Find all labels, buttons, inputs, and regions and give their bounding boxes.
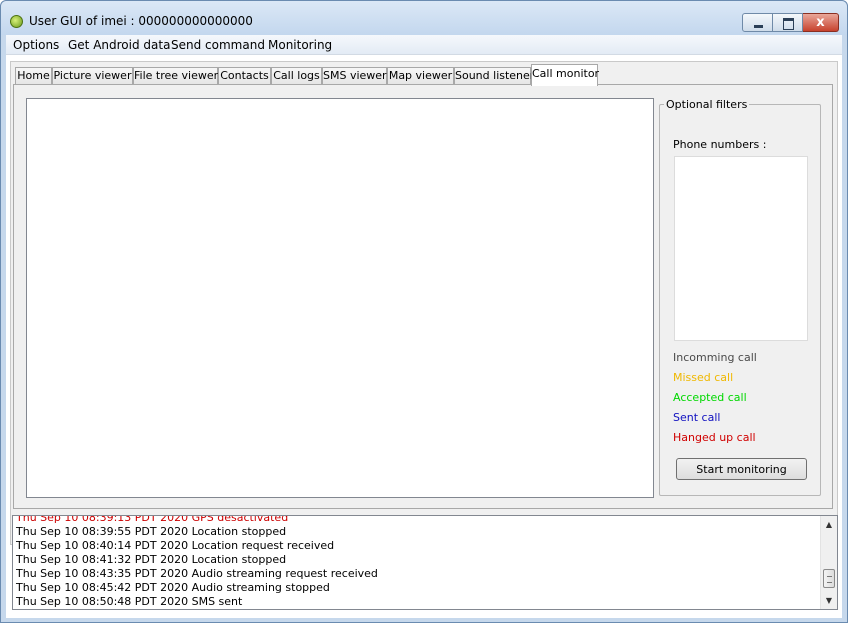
menu-bar: Options Get Android data Send command Mo… xyxy=(6,35,842,55)
legend-sent-call: Sent call xyxy=(673,411,721,424)
menu-monitoring[interactable]: Monitoring xyxy=(268,38,332,52)
maximize-button[interactable] xyxy=(773,13,803,32)
call-monitor-content: Optional filters Phone numbers : Incommi… xyxy=(14,85,832,508)
close-button[interactable]: x xyxy=(803,13,839,32)
tab-picture-viewer[interactable]: Picture viewer xyxy=(52,67,133,85)
optional-filters-group: Optional filters Phone numbers : Incommi… xyxy=(659,98,821,496)
tab-call-logs[interactable]: Call logs xyxy=(271,67,322,85)
scroll-up-icon[interactable]: ▲ xyxy=(821,516,837,533)
log-line: Thu Sep 10 08:43:35 PDT 2020 Audio strea… xyxy=(16,567,378,580)
menu-options[interactable]: Options xyxy=(13,38,59,52)
optional-filters-title: Optional filters xyxy=(664,98,750,111)
title-bar[interactable]: User GUI of imei : 000000000000000 x xyxy=(1,1,847,35)
log-line: Thu Sep 10 08:45:42 PDT 2020 Audio strea… xyxy=(16,581,330,594)
tab-file-tree-viewer[interactable]: File tree viewer xyxy=(133,67,218,85)
main-window: User GUI of imei : 000000000000000 x Opt… xyxy=(0,0,848,623)
legend-hanged-up-call: Hanged up call xyxy=(673,431,756,444)
call-monitor-list[interactable] xyxy=(26,98,654,498)
phone-numbers-list[interactable] xyxy=(674,156,808,341)
legend-missed-call: Missed call xyxy=(673,371,734,384)
android-app-icon xyxy=(10,15,23,28)
tab-call-monitor[interactable]: Call monitor xyxy=(531,64,599,86)
log-line: Thu Sep 10 08:39:55 PDT 2020 Location st… xyxy=(16,525,287,538)
log-line: Thu Sep 10 08:40:14 PDT 2020 Location re… xyxy=(16,539,335,552)
start-monitoring-button[interactable]: Start monitoring xyxy=(676,458,807,480)
tab-map-viewer[interactable]: Map viewer xyxy=(387,67,454,85)
legend-accepted-call: Accepted call xyxy=(673,391,747,404)
scroll-thumb[interactable] xyxy=(823,569,835,588)
log-line: Thu Sep 10 08:50:48 PDT 2020 SMS sent xyxy=(16,595,243,608)
minimize-button[interactable] xyxy=(742,13,773,32)
menu-get-android-data[interactable]: Get Android data xyxy=(68,38,170,52)
call-monitor-panel: Optional filters Phone numbers : Incommi… xyxy=(13,84,833,509)
event-log-lines: Thu Sep 10 08:39:13 PDT 2020 GPS desacti… xyxy=(16,515,816,609)
log-line: Thu Sep 10 08:39:13 PDT 2020 GPS desacti… xyxy=(16,515,289,524)
scroll-down-icon[interactable]: ▼ xyxy=(821,592,837,609)
tab-home[interactable]: Home xyxy=(15,67,52,85)
log-scrollbar[interactable]: ▲ ▼ xyxy=(820,516,837,609)
window-title: User GUI of imei : 000000000000000 xyxy=(29,14,253,28)
tab-sound-listener[interactable]: Sound listener xyxy=(454,67,534,85)
client-area: Options Get Android data Send command Mo… xyxy=(6,35,842,618)
tab-sms-viewer[interactable]: SMS viewer xyxy=(322,67,387,85)
legend-incoming-call: Incomming call xyxy=(673,351,757,364)
phone-numbers-label: Phone numbers : xyxy=(673,138,767,151)
menu-send-command[interactable]: Send command xyxy=(171,38,265,52)
tab-contacts[interactable]: Contacts xyxy=(218,67,271,85)
event-log[interactable]: Thu Sep 10 08:39:13 PDT 2020 GPS desacti… xyxy=(12,515,838,610)
log-line: Thu Sep 10 08:41:32 PDT 2020 Location st… xyxy=(16,553,287,566)
close-icon: x xyxy=(816,15,825,30)
